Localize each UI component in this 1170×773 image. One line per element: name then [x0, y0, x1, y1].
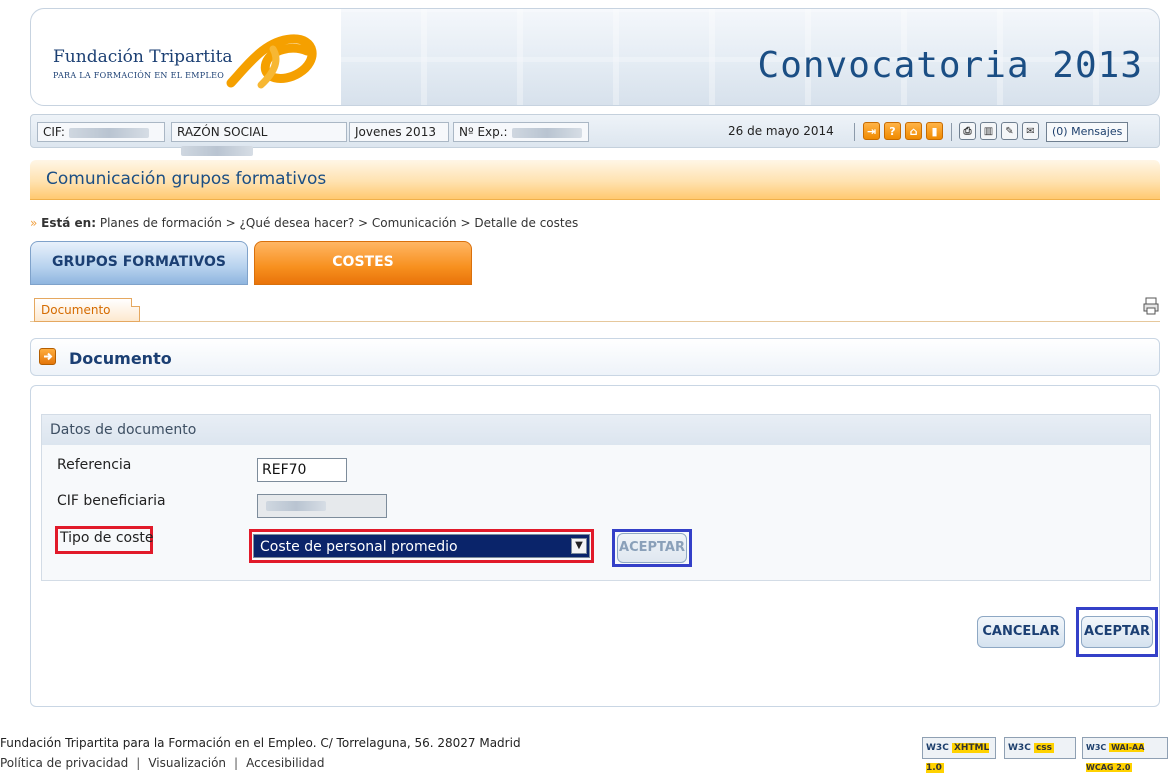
- badge-left: W3C: [926, 743, 949, 753]
- breadcrumb: » Está en: Planes de formación > ¿Qué de…: [30, 216, 578, 230]
- document-icon[interactable]: ▮: [926, 122, 943, 140]
- print-icon[interactable]: [1143, 297, 1159, 315]
- document-panel-header: Documento: [30, 338, 1160, 376]
- messages-button[interactable]: (0) Mensajes: [1046, 122, 1129, 142]
- cif-chip: CIF:: [37, 122, 165, 142]
- privacy-link[interactable]: Política de privacidad: [0, 756, 128, 770]
- footer-links: Política de privacidad | Visualización | Acc…: [0, 756, 324, 770]
- document-fieldset: Datos de documento Referencia REF70 CIF …: [41, 414, 1151, 581]
- razon-social-value-redacted: [181, 145, 253, 156]
- expediente-value-redacted: [511, 127, 582, 138]
- chevron-down-icon[interactable]: ▼: [571, 538, 587, 554]
- accept-button[interactable]: ACEPTAR: [1081, 616, 1153, 648]
- section-title: Comunicación grupos formativos: [46, 169, 327, 189]
- attachment-icon[interactable]: ⎙: [959, 122, 976, 140]
- arrow-right-icon: [39, 348, 56, 365]
- cancel-button[interactable]: CANCELAR: [977, 616, 1065, 648]
- divider: [854, 123, 855, 141]
- w3c-css-badge[interactable]: W3C css: [1004, 737, 1076, 759]
- breadcrumb-path[interactable]: Planes de formación > ¿Qué desea hacer? …: [100, 216, 578, 230]
- badge-left: W3C: [1086, 743, 1107, 752]
- foundation-logo-icon: [226, 34, 317, 89]
- razon-social-chip: RAZÓN SOCIAL: [171, 122, 347, 156]
- cif-value-redacted: [68, 127, 149, 138]
- help-icon[interactable]: ?: [884, 122, 901, 140]
- cif-label: CIF:: [43, 125, 65, 139]
- referencia-input[interactable]: REF70: [257, 458, 347, 482]
- convocatoria-title: Convocatoria 2013: [757, 45, 1143, 86]
- site-header: Fundación Tripartita PARA LA FORMACIÓN E…: [30, 8, 1160, 106]
- subtab-divider: [30, 321, 1160, 322]
- inline-accept-button[interactable]: ACEPTAR: [617, 533, 687, 563]
- document-title: Documento: [69, 349, 172, 368]
- org-tagline: PARA LA FORMACIÓN EN EL EMPLEO: [53, 71, 225, 80]
- razon-social-label: RAZÓN SOCIAL: [177, 125, 268, 139]
- chart-icon[interactable]: ▥: [980, 122, 997, 140]
- logo[interactable]: Fundación Tripartita PARA LA FORMACIÓN E…: [31, 9, 341, 105]
- edit-icon[interactable]: ✎: [1001, 122, 1018, 140]
- w3c-wai-badge[interactable]: W3C WAI-AA WCAG 2.0: [1082, 737, 1168, 772]
- mail-icon[interactable]: ✉: [1022, 122, 1039, 140]
- org-name: Fundación Tripartita: [53, 47, 233, 67]
- footer-address: Fundación Tripartita para la Formación e…: [0, 736, 521, 750]
- referencia-label: Referencia: [57, 457, 132, 473]
- info-bar: CIF: RAZÓN SOCIAL Jovenes 2013 Nº Exp.: …: [30, 114, 1160, 156]
- divider: |: [136, 756, 141, 770]
- w3c-xhtml-badge[interactable]: W3C XHTML 1.0: [922, 737, 996, 773]
- cif-beneficiaria-value-redacted: [266, 501, 326, 511]
- accessibility-link[interactable]: Accesibilidad: [246, 756, 324, 770]
- program-chip: Jovenes 2013: [349, 122, 449, 142]
- messages-label: (0) Mensajes: [1052, 125, 1123, 138]
- fieldset-title: Datos de documento: [42, 415, 1150, 445]
- home-icon[interactable]: ⌂: [905, 122, 922, 140]
- cif-beneficiaria-label: CIF beneficiaria: [57, 493, 166, 509]
- breadcrumb-prefix: Está en:: [41, 216, 97, 230]
- breadcrumb-marker-icon: »: [30, 216, 38, 230]
- badge-right: css: [1033, 743, 1054, 753]
- tab-grupos-formativos[interactable]: GRUPOS FORMATIVOS: [30, 241, 248, 285]
- subtab-documento[interactable]: Documento: [34, 298, 140, 322]
- tab-costes[interactable]: COSTES: [254, 241, 472, 285]
- tipo-coste-select[interactable]: Coste de personal promedio ▼: [253, 534, 590, 558]
- cif-beneficiaria-input: [257, 494, 387, 518]
- expediente-label: Nº Exp.:: [459, 125, 508, 139]
- tipo-coste-label: Tipo de coste: [60, 530, 154, 546]
- divider: [951, 123, 952, 141]
- expediente-chip: Nº Exp.:: [453, 122, 589, 142]
- current-date: 26 de mayo 2014: [728, 124, 834, 138]
- visualization-link[interactable]: Visualización: [148, 756, 226, 770]
- tipo-coste-selected-value: Coste de personal promedio: [260, 539, 458, 555]
- exit-icon[interactable]: ⇥: [863, 122, 880, 140]
- badge-left: W3C: [1008, 743, 1031, 753]
- divider: |: [234, 756, 239, 770]
- document-panel: Datos de documento Referencia REF70 CIF …: [30, 385, 1160, 707]
- section-banner: Comunicación grupos formativos: [30, 160, 1160, 200]
